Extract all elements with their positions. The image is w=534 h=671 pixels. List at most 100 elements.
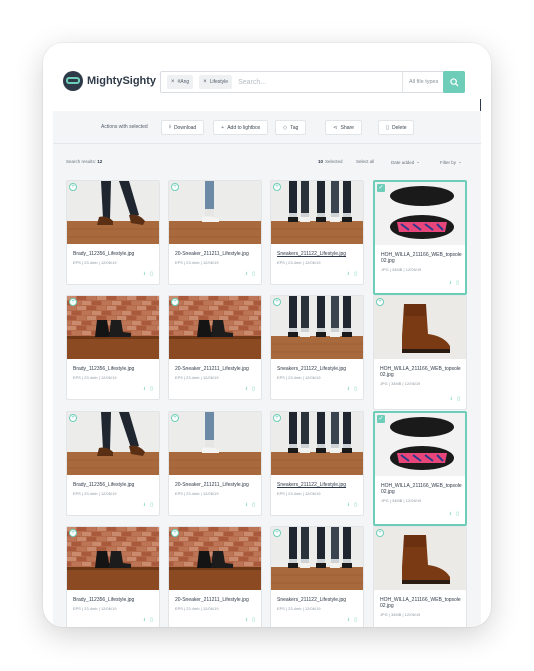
asset-card[interactable]: +20-Sneaker_211211_Lifestyle.jpg EPS | 23… — [168, 526, 262, 627]
download-icon[interactable]: ⭳ — [245, 386, 247, 394]
asset-thumbnail[interactable] — [271, 296, 363, 359]
asset-card[interactable]: + Sneakers_211122_Lifestyle.jpg EPS | 23.4… — [270, 180, 364, 285]
plus-icon[interactable]: + — [273, 183, 281, 191]
plus-icon[interactable]: + — [69, 529, 77, 537]
asset-filename[interactable]: HOH_WILLA_211166_WEB_topsole 02.jpg — [380, 366, 464, 378]
asset-card[interactable]: + Sneakers_211122_Lifestyle.jpg EPS | 23.4… — [270, 526, 364, 627]
asset-thumbnail[interactable] — [374, 296, 466, 359]
download-icon[interactable]: ⭳ — [143, 502, 145, 510]
trash-icon[interactable]: ▯ — [354, 271, 357, 279]
trash-icon[interactable]: ▯ — [252, 617, 255, 625]
sort-dropdown[interactable]: Date added ⌄ — [391, 159, 420, 165]
asset-card[interactable]: +20-Sneaker_211211_Lifestyle.jpg EPS | 23… — [168, 295, 262, 400]
plus-icon[interactable]: + — [69, 414, 77, 422]
asset-card[interactable]: + HOH_WILLA_211166_WEB_topsole 02.jpg JPG … — [373, 295, 467, 410]
plus-icon[interactable]: + — [69, 183, 77, 191]
asset-thumbnail[interactable] — [271, 181, 363, 244]
asset-filename[interactable]: HOH_WILLA_211166_WEB_topsole 02.jpg — [381, 252, 465, 264]
download-icon[interactable]: ⭳ — [347, 386, 349, 394]
asset-thumbnail[interactable] — [271, 527, 363, 590]
download-icon[interactable]: ⭳ — [449, 511, 451, 519]
trash-icon[interactable]: ▯ — [150, 617, 153, 625]
download-icon[interactable]: ⭳ — [449, 280, 451, 288]
asset-filename[interactable]: HOH_WILLA_211166_WEB_topsole 02.jpg — [380, 597, 464, 609]
download-icon[interactable]: ⭳ — [245, 502, 247, 510]
asset-filename[interactable]: Sneakers_211122_Lifestyle.jpg — [277, 251, 361, 257]
asset-thumbnail[interactable] — [169, 527, 261, 590]
download-icon[interactable]: ⭳ — [450, 396, 452, 404]
download-icon[interactable]: ⭳ — [245, 271, 247, 279]
asset-thumbnail[interactable] — [67, 412, 159, 475]
trash-icon[interactable]: ▯ — [252, 386, 255, 394]
close-icon[interactable]: × — [171, 79, 175, 85]
download-icon[interactable]: ⭳ — [347, 271, 349, 279]
asset-card[interactable]: + Sneakers_211122_Lifestyle.jpg EPS | 23.4… — [270, 411, 364, 516]
trash-icon[interactable]: ▯ — [252, 502, 255, 510]
trash-icon[interactable]: ▯ — [150, 502, 153, 510]
plus-icon[interactable]: + — [171, 298, 179, 306]
plus-icon[interactable]: + — [171, 414, 179, 422]
asset-filename[interactable]: Sneakers_211122_Lifestyle.jpg — [277, 482, 361, 488]
trash-icon[interactable]: ▯ — [252, 271, 255, 279]
checkmark-icon[interactable]: ✓ — [377, 415, 385, 423]
asset-card[interactable]: + Brady_112356_Lifestyle.jpg EPS | 23.4mb … — [66, 180, 160, 285]
asset-card[interactable]: +20-Sneaker_211211_Lifestyle.jpg EPS | 23… — [168, 411, 262, 516]
download-icon[interactable]: ⭳ — [143, 386, 145, 394]
asset-thumbnail[interactable] — [67, 181, 159, 244]
asset-filename[interactable]: Brady_112356_Lifestyle.jpg — [73, 597, 157, 603]
asset-card[interactable]: ✓ HOH_WILLA_211166_WEB_topsole 02.jpg JPG … — [373, 411, 467, 526]
asset-filename[interactable]: HOH_WILLA_211166_WEB_topsole 02.jpg — [381, 483, 465, 495]
trash-icon[interactable]: ▯ — [457, 396, 460, 404]
asset-card[interactable]: + HOH_WILLA_211166_WEB_topsole 02.jpg JPG … — [373, 526, 467, 627]
asset-filename[interactable]: Brady_112356_Lifestyle.jpg — [73, 251, 157, 257]
filter-dropdown[interactable]: Filter by ⌄ — [440, 159, 462, 165]
logo[interactable]: MightySighty — [63, 71, 156, 91]
plus-icon[interactable]: + — [171, 529, 179, 537]
asset-filename[interactable]: 20-Sneaker_211211_Lifestyle.jpg — [175, 251, 259, 257]
trash-icon[interactable]: ▯ — [456, 511, 459, 519]
trash-icon[interactable]: ▯ — [150, 271, 153, 279]
download-icon[interactable]: ⭳ — [143, 271, 145, 279]
checkmark-icon[interactable]: ✓ — [377, 184, 385, 192]
asset-thumbnail[interactable] — [169, 412, 261, 475]
asset-filename[interactable]: 20-Sneaker_211211_Lifestyle.jpg — [175, 366, 259, 372]
trash-icon[interactable]: ▯ — [456, 280, 459, 288]
download-icon[interactable]: ⭳ — [347, 502, 349, 510]
delete-button[interactable]: ▯ Delete — [378, 120, 415, 135]
asset-thumbnail[interactable] — [169, 296, 261, 359]
plus-icon[interactable]: + — [69, 298, 77, 306]
asset-thumbnail[interactable] — [67, 527, 159, 590]
download-icon[interactable]: ⭳ — [143, 617, 145, 625]
trash-icon[interactable]: ▯ — [354, 502, 357, 510]
search-tag[interactable]: × Lifestyle — [199, 75, 233, 89]
close-icon[interactable]: × — [203, 79, 207, 85]
asset-thumbnail[interactable] — [271, 412, 363, 475]
plus-icon[interactable]: + — [376, 529, 384, 537]
asset-thumbnail[interactable] — [169, 181, 261, 244]
asset-filename[interactable]: Brady_112356_Lifestyle.jpg — [73, 366, 157, 372]
select-all-link[interactable]: Select all — [356, 159, 374, 164]
add-to-lightbox-button[interactable]: + Add to lightbox — [213, 120, 269, 135]
plus-icon[interactable]: + — [273, 298, 281, 306]
asset-card[interactable]: +20-Sneaker_211211_Lifestyle.jpg EPS | 23… — [168, 180, 262, 285]
asset-card[interactable]: + Sneakers_211122_Lifestyle.jpg EPS | 23.4… — [270, 295, 364, 400]
tag-button[interactable]: ◇ Tag — [275, 120, 307, 135]
asset-filename[interactable]: Brady_112356_Lifestyle.jpg — [73, 482, 157, 488]
search-input[interactable]: Search... — [238, 79, 402, 86]
trash-icon[interactable]: ▯ — [354, 617, 357, 625]
download-icon[interactable]: ⭳ — [245, 617, 247, 625]
plus-icon[interactable]: + — [376, 298, 384, 306]
plus-icon[interactable]: + — [273, 529, 281, 537]
asset-card[interactable]: + Brady_112356_Lifestyle.jpg EPS | 23.4mb … — [66, 295, 160, 400]
asset-filename[interactable]: 20-Sneaker_211211_Lifestyle.jpg — [175, 597, 259, 603]
plus-icon[interactable]: + — [273, 414, 281, 422]
download-button[interactable]: ⭳ Download — [161, 120, 205, 135]
asset-filename[interactable]: Sneakers_211122_Lifestyle.jpg — [277, 366, 361, 372]
asset-thumbnail[interactable] — [67, 296, 159, 359]
share-button[interactable]: ⋖ Share — [325, 120, 362, 135]
asset-filename[interactable]: Sneakers_211122_Lifestyle.jpg — [277, 597, 361, 603]
asset-card[interactable]: + Brady_112356_Lifestyle.jpg EPS | 23.4mb … — [66, 526, 160, 627]
trash-icon[interactable]: ▯ — [354, 386, 357, 394]
asset-thumbnail[interactable] — [374, 527, 466, 590]
asset-thumbnail[interactable] — [375, 413, 465, 476]
